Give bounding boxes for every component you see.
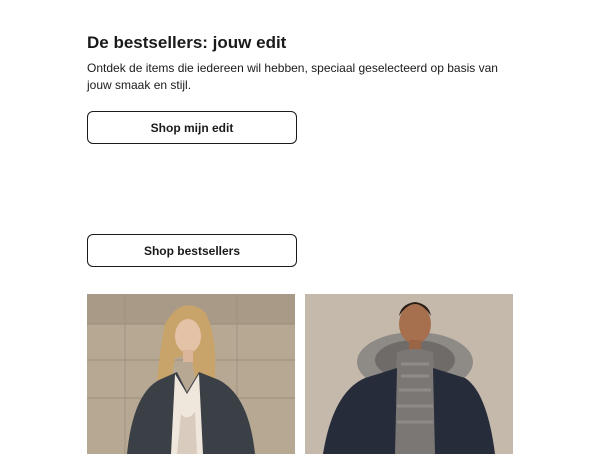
- shop-my-edit-button[interactable]: Shop mijn edit: [87, 111, 297, 144]
- section-title: De bestsellers: jouw edit: [87, 33, 287, 52]
- shop-bestsellers-button[interactable]: Shop bestsellers: [87, 234, 297, 267]
- product-image-man-parka[interactable]: [305, 294, 513, 454]
- woman-coat-photo: [87, 294, 295, 454]
- product-image-woman-coat[interactable]: [87, 294, 295, 454]
- section-description: Ontdek de items die iedereen wil hebben,…: [87, 61, 498, 92]
- man-parka-photo: [305, 294, 513, 454]
